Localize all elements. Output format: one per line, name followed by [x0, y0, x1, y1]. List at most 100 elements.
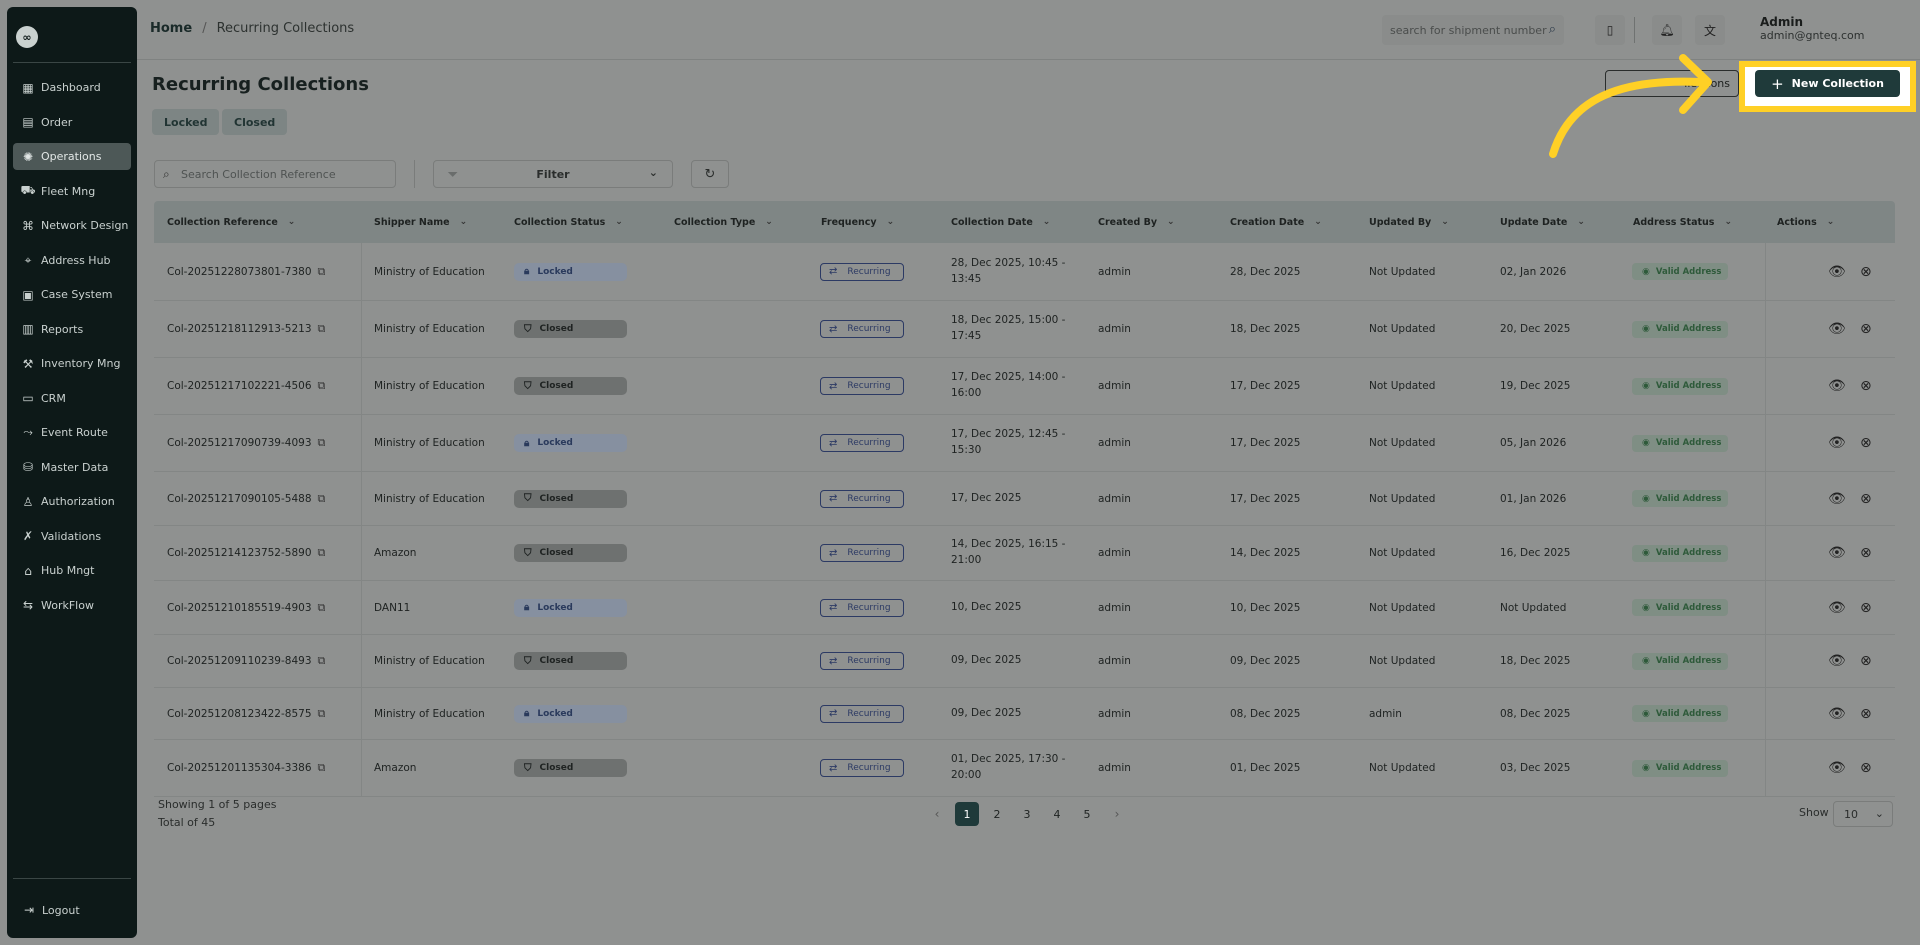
app-logo[interactable]: ∞ — [16, 26, 38, 48]
page-button-2[interactable]: 2 — [985, 802, 1009, 826]
repeat-icon: ⇄ — [829, 323, 838, 335]
address-status-badge: ◉ Valid Address — [1632, 652, 1728, 670]
sidebar-divider — [13, 62, 131, 63]
user-profile[interactable]: Admin admin@gnteq.com — [1747, 15, 1887, 42]
chip-locked[interactable]: Locked — [152, 109, 220, 135]
view-button[interactable]: 👁︎ — [1828, 415, 1846, 471]
view-button[interactable]: 👁︎ — [1828, 526, 1846, 580]
page-button-3[interactable]: 3 — [1015, 802, 1039, 826]
column-header-updated-by[interactable]: Updated By ⌄ — [1369, 201, 1449, 243]
column-header-created-by[interactable]: Created By ⌄ — [1098, 201, 1175, 243]
frequency-cell: ⇄ Recurring — [820, 526, 904, 580]
sidebar-item-inventory-mng[interactable]: ⚒ Inventory Mng — [13, 350, 131, 377]
shipper-name: Ministry of Education — [374, 380, 485, 392]
cancel-button[interactable]: ⊗ — [1860, 581, 1872, 634]
creation-date: 10, Dec 2025 — [1230, 601, 1301, 614]
dashboard-icon: ▦ — [22, 80, 34, 95]
sidebar: ∞ ▦ Dashboard ▤ Order ✺ Operations ⛟ Fleet Mng ⌘… — [7, 7, 137, 938]
copy-icon[interactable]: ⧉ — [318, 707, 326, 721]
shipper-name-cell: Ministry of Education — [374, 688, 485, 739]
column-header-update-date[interactable]: Update Date ⌄ — [1500, 201, 1585, 243]
copy-icon[interactable]: ⧉ — [318, 436, 326, 450]
sidebar-item-event-route[interactable]: ⤳ Event Route — [13, 419, 131, 446]
copy-icon[interactable]: ⧉ — [318, 265, 326, 279]
shipper-name: Ministry of Education — [374, 707, 485, 720]
copy-icon[interactable]: ⧉ — [318, 546, 326, 560]
sidebar-item-network-design[interactable]: ⌘ Network Design — [13, 212, 131, 239]
sidebar-item-order[interactable]: ▤ Order — [13, 109, 131, 136]
reports-icon: ▥ — [22, 322, 34, 336]
updated-by-cell: Not Updated — [1369, 526, 1435, 580]
copy-icon[interactable]: ⧉ — [318, 654, 326, 668]
column-header-shipper-name[interactable]: Shipper Name ⌄ — [374, 201, 467, 243]
view-button[interactable]: 👁︎ — [1828, 688, 1846, 739]
copy-icon[interactable]: ⧉ — [318, 601, 326, 615]
logout-button[interactable]: ⇥ Logout — [22, 903, 80, 917]
shipment-search-input[interactable]: search for shipment number ⌕ — [1382, 15, 1564, 45]
cancel-button[interactable]: ⊗ — [1860, 740, 1872, 796]
view-button[interactable]: 👁︎ — [1828, 243, 1846, 300]
page-button-5[interactable]: 5 — [1075, 802, 1099, 826]
shipper-name-cell: Amazon — [374, 740, 416, 796]
notifications-button[interactable]: 🔔︎ — [1652, 15, 1682, 45]
next-page-button[interactable]: › — [1105, 802, 1129, 826]
sidebar-item-case-system[interactable]: ▣ Case System — [13, 281, 131, 308]
column-header-address-status[interactable]: Address Status ⌄ — [1633, 201, 1732, 243]
cancel-button[interactable]: ⊗ — [1860, 358, 1872, 414]
cancel-button[interactable]: ⊗ — [1860, 415, 1872, 471]
cancel-button[interactable]: ⊗ — [1860, 472, 1872, 525]
view-button[interactable]: 👁︎ — [1828, 301, 1846, 357]
copy-icon[interactable]: ⧉ — [318, 761, 326, 775]
sidebar-item-address-hub[interactable]: ⌖ Address Hub — [13, 247, 131, 274]
column-header-collection-date[interactable]: Collection Date ⌄ — [951, 201, 1050, 243]
previous-page-button[interactable]: ‹ — [925, 802, 949, 826]
view-button[interactable]: 👁︎ — [1828, 635, 1846, 687]
sidebar-item-master-data[interactable]: ⛁ Master Data — [13, 454, 131, 481]
sidebar-item-crm[interactable]: ▭ CRM — [13, 385, 131, 412]
cancel-button[interactable]: ⊗ — [1860, 243, 1872, 300]
refresh-button[interactable]: ↻ — [691, 160, 729, 188]
cancel-button[interactable]: ⊗ — [1860, 526, 1872, 580]
sidebar-item-label: WorkFlow — [41, 598, 94, 612]
new-collection-button[interactable]: + New Collection — [1755, 70, 1900, 97]
language-button[interactable]: 文 — [1695, 15, 1725, 45]
page-size-select[interactable]: 10 ⌄ — [1833, 801, 1893, 827]
column-header-creation-date[interactable]: Creation Date ⌄ — [1230, 201, 1322, 243]
sidebar-item-dashboard[interactable]: ▦ Dashboard — [13, 74, 131, 101]
view-button[interactable]: 👁︎ — [1828, 740, 1846, 796]
cancel-button[interactable]: ⊗ — [1860, 635, 1872, 687]
copy-icon[interactable]: ⧉ — [318, 492, 326, 506]
view-button[interactable]: 👁︎ — [1828, 472, 1846, 525]
sidebar-item-label: Master Data — [41, 460, 109, 474]
sidebar-item-fleet-mng[interactable]: ⛟ Fleet Mng — [13, 178, 131, 205]
column-header-actions[interactable]: Actions ⌄ — [1777, 201, 1834, 243]
column-header-collection-reference[interactable]: Collection Reference ⌄ — [167, 201, 295, 243]
search-icon[interactable]: ⌕ — [1549, 22, 1556, 37]
breadcrumb-home[interactable]: Home — [150, 21, 192, 36]
sidebar-item-operations[interactable]: ✺ Operations — [13, 143, 131, 170]
page-button-1[interactable]: 1 — [955, 802, 979, 826]
sidebar-item-hub-mngt[interactable]: ⌂ Hub Mngt — [13, 557, 131, 584]
page-button-4[interactable]: 4 — [1045, 802, 1069, 826]
sidebar-item-authorization[interactable]: ♙ Authorization — [13, 488, 131, 515]
filter-dropdown[interactable]: ⏷ Filter ⌄ — [433, 160, 673, 188]
copy-icon[interactable]: ⧉ — [318, 379, 326, 393]
cancel-button[interactable]: ⊗ — [1860, 301, 1872, 357]
chip-closed[interactable]: Closed — [222, 109, 288, 135]
column-header-frequency[interactable]: Frequency ⌄ — [821, 201, 894, 243]
sidebar-item-workflow[interactable]: ⇆ WorkFlow — [13, 592, 131, 619]
copy-icon[interactable]: ⧉ — [318, 322, 326, 336]
sidebar-item-label: Authorization — [41, 495, 115, 508]
column-header-collection-type[interactable]: Collection Type ⌄ — [674, 201, 773, 243]
table-row: Col-20251217102221-4506 ⧉ Ministry of Educ… — [154, 358, 1895, 415]
sidebar-item-reports[interactable]: ▥ Reports — [13, 316, 131, 343]
column-header-collection-status[interactable]: Collection Status ⌄ — [514, 201, 623, 243]
device-button[interactable]: ▯ — [1595, 15, 1625, 45]
collection-search-input[interactable]: ⌕ Search Collection Reference — [154, 160, 396, 188]
collection-reference-cell: Col-20251217102221-4506 ⧉ — [167, 358, 325, 414]
view-button[interactable]: 👁︎ — [1828, 358, 1846, 414]
refresh-icon: ↻ — [704, 166, 716, 182]
cancel-button[interactable]: ⊗ — [1860, 688, 1872, 739]
view-button[interactable]: 👁︎ — [1828, 581, 1846, 634]
sidebar-item-validations[interactable]: ✗ Validations — [13, 523, 131, 550]
